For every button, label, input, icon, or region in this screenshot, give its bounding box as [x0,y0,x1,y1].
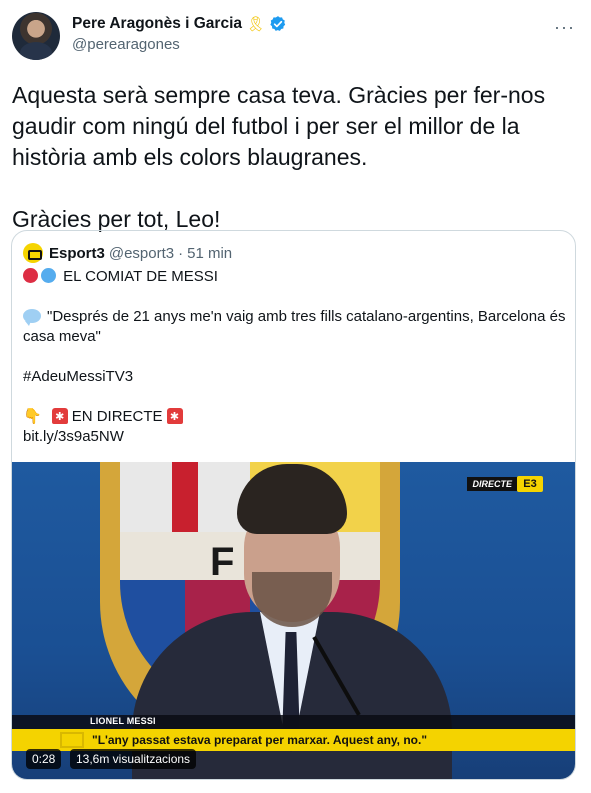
verified-badge-icon [270,16,286,31]
author-display-name[interactable]: Pere Aragonès i Garcia [72,15,242,33]
yellow-ribbon-icon: 🎗 [246,15,266,33]
tweet-paragraph: Aquesta serà sempre casa teva. Gràcies p… [12,82,546,170]
quoted-author-handle[interactable]: @esport3 [109,245,174,262]
fcb-crest-cross [172,462,198,532]
author-handle[interactable]: @perearagones [72,36,287,53]
live-line: 👇 EN DIRECTE [23,407,568,427]
link-line: bit.ly/3s9a5NW [23,427,568,447]
esport3-avatar[interactable] [23,243,43,263]
siren-icon [51,407,68,427]
short-link[interactable]: bit.ly/3s9a5NW [23,428,124,445]
author-avatar[interactable] [12,12,60,60]
video-views: 13,6m visualitzacions [70,749,197,769]
tweet-header: Pere Aragonès i Garcia 🎗 @perearagones ·… [12,12,579,64]
lower-third-name-bar: LIONEL MESSI [12,715,575,729]
quoted-author-name[interactable]: Esport3 [49,245,105,262]
quoted-tweet-time[interactable]: 51 min [187,245,232,262]
video-player[interactable]: FCB DIRECTE E3 LIONEL MESSI "L'any passa… [12,462,575,779]
quote-citation-line: "Després de 21 anys me'n vaig amb tres f… [23,307,568,347]
esport3-logo: E3 [517,476,543,492]
channel-bug: DIRECTE E3 [467,476,543,492]
pointing-down-icon: 👇 [23,408,42,425]
blue-circle-icon [41,268,56,283]
subtitle-text: "L'any passat estava preparat per marxar… [92,733,428,747]
speech-balloon-icon [23,309,41,326]
live-label: DIRECTE [467,477,517,491]
hashtag-link[interactable]: #AdeuMessiTV3 [23,368,133,385]
tweet-text: Aquesta serà sempre casa teva. Gràcies p… [12,80,572,235]
lower-third-name: LIONEL MESSI [90,716,156,726]
separator-dot: · [178,244,184,262]
quote-title-text: EL COMIAT DE MESSI [63,268,218,285]
siren-icon [166,407,183,427]
red-circle-icon [23,268,38,283]
quoted-tweet-body: EL COMIAT DE MESSI "Després de 21 anys m… [23,267,568,447]
author-name-row: Pere Aragonès i Garcia 🎗 [72,15,287,33]
quote-title-line: EL COMIAT DE MESSI [23,267,568,287]
video-duration: 0:28 [26,749,62,769]
quoted-tweet-header: Esport3 @esport3 · 51 min [23,243,236,263]
quote-citation-text: "Després de 21 anys me'n vaig amb tres f… [23,308,566,345]
more-options-icon[interactable]: ··· [554,18,575,36]
subtitle-bar: "L'any passat estava preparat per marxar… [12,729,575,751]
hashtag-line: #AdeuMessiTV3 [23,367,568,387]
quoted-tweet[interactable]: Esport3 @esport3 · 51 min EL COMIAT DE M… [11,230,576,780]
author-names: Pere Aragonès i Garcia 🎗 @perearagones [72,15,287,53]
subtitle-logo-icon [60,732,84,748]
live-text: EN DIRECTE [71,408,163,425]
